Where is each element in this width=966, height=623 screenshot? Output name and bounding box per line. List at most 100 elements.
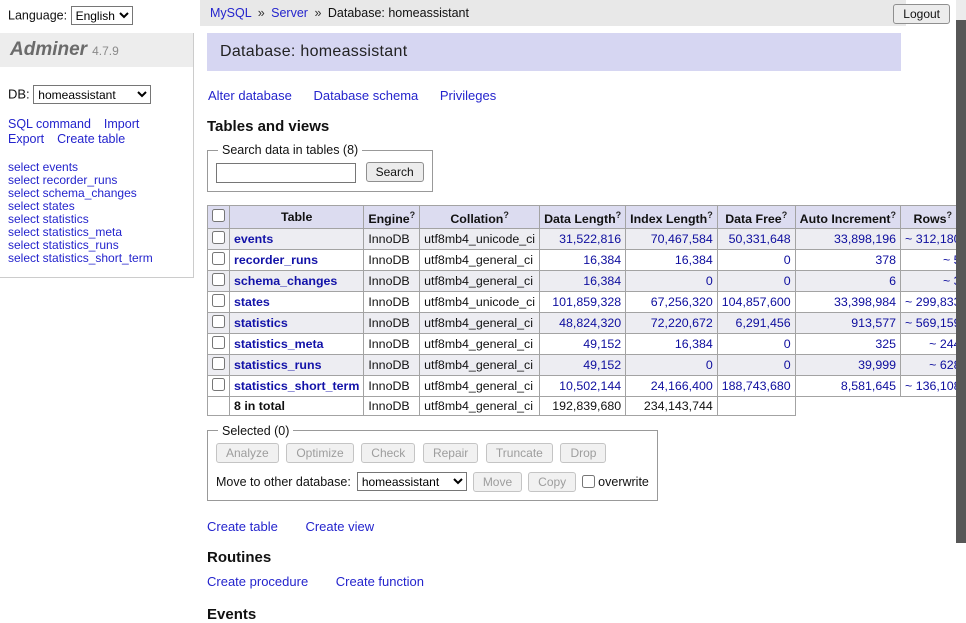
- row-checkbox[interactable]: [212, 231, 225, 244]
- help-link[interactable]: ?: [410, 210, 416, 220]
- auto-increment-link[interactable]: 33,898,196: [834, 232, 896, 246]
- data-length-link[interactable]: 10,502,144: [559, 379, 621, 393]
- table-name-link[interactable]: events: [234, 232, 273, 246]
- data-length-link[interactable]: 16,384: [583, 253, 621, 267]
- check-button[interactable]: Check: [361, 443, 415, 463]
- select-all-checkbox[interactable]: [212, 209, 225, 222]
- privileges-link[interactable]: Privileges: [440, 88, 496, 103]
- search-button[interactable]: Search: [366, 162, 424, 182]
- help-link[interactable]: ?: [891, 210, 897, 220]
- sql-command-link[interactable]: SQL command: [8, 117, 91, 132]
- data-free-link[interactable]: 6,291,456: [736, 316, 791, 330]
- row-checkbox[interactable]: [212, 336, 225, 349]
- table-name-link[interactable]: schema_changes: [234, 274, 337, 288]
- import-link[interactable]: Import: [104, 117, 139, 132]
- data-length-link[interactable]: 48,824,320: [559, 316, 621, 330]
- auto-increment-link[interactable]: 378: [875, 253, 896, 267]
- table-row: schema_changesInnoDButf8mb4_general_ci16…: [208, 270, 966, 291]
- auto-increment-link[interactable]: 8,581,645: [841, 379, 896, 393]
- copy-button[interactable]: Copy: [528, 472, 576, 492]
- db-select[interactable]: homeassistant: [33, 85, 151, 104]
- index-length-link[interactable]: 16,384: [675, 253, 713, 267]
- row-checkbox[interactable]: [212, 252, 225, 265]
- data-free-link[interactable]: 0: [784, 358, 791, 372]
- index-length-link[interactable]: 70,467,584: [651, 232, 713, 246]
- help-link[interactable]: ?: [707, 210, 713, 220]
- logout-button[interactable]: Logout: [893, 4, 950, 24]
- alter-database-link[interactable]: Alter database: [208, 88, 292, 103]
- table-name-link[interactable]: states: [234, 295, 270, 309]
- index-length-link[interactable]: 16,384: [675, 337, 713, 351]
- data-length-link[interactable]: 49,152: [583, 337, 621, 351]
- scrollbar[interactable]: [956, 0, 966, 543]
- truncate-button[interactable]: Truncate: [486, 443, 553, 463]
- create-procedure-link[interactable]: Create procedure: [207, 574, 308, 589]
- analyze-button[interactable]: Analyze: [216, 443, 279, 463]
- index-length-link[interactable]: 67,256,320: [651, 295, 713, 309]
- repair-button[interactable]: Repair: [423, 443, 478, 463]
- totals-label: 8 in total: [230, 396, 364, 415]
- help-link[interactable]: ?: [616, 210, 622, 220]
- row-checkbox[interactable]: [212, 357, 225, 370]
- auto-increment-link[interactable]: 33,398,984: [834, 295, 896, 309]
- drop-button[interactable]: Drop: [560, 443, 606, 463]
- scrollbar-thumb[interactable]: [956, 20, 966, 543]
- create-function-link[interactable]: Create function: [336, 574, 424, 589]
- help-link[interactable]: ?: [947, 210, 953, 220]
- rows-link[interactable]: ~ 299,833: [905, 295, 960, 309]
- index-length-link[interactable]: 0: [706, 274, 713, 288]
- help-link[interactable]: ?: [782, 210, 788, 220]
- move-button[interactable]: Move: [473, 472, 522, 492]
- data-free-link[interactable]: 0: [784, 337, 791, 351]
- adminer-brand-link[interactable]: Adminer: [10, 39, 87, 60]
- data-free-link[interactable]: 104,857,600: [722, 295, 791, 309]
- create-view-link[interactable]: Create view: [305, 519, 374, 534]
- row-checkbox[interactable]: [212, 273, 225, 286]
- index-length-link[interactable]: 24,166,400: [651, 379, 713, 393]
- breadcrumb-server-link[interactable]: Server: [271, 6, 308, 20]
- row-checkbox[interactable]: [212, 294, 225, 307]
- table-name-link[interactable]: statistics_runs: [234, 358, 321, 372]
- rows-link[interactable]: ~ 312,180: [905, 232, 960, 246]
- auto-increment-link[interactable]: 325: [875, 337, 896, 351]
- database-schema-link[interactable]: Database schema: [313, 88, 418, 103]
- data-free-link[interactable]: 0: [784, 253, 791, 267]
- optimize-button[interactable]: Optimize: [286, 443, 353, 463]
- data-free-link[interactable]: 50,331,648: [729, 232, 791, 246]
- overwrite-checkbox[interactable]: [582, 475, 595, 488]
- search-input[interactable]: [216, 163, 356, 183]
- collation-cell: utf8mb4_general_ci: [420, 354, 540, 375]
- data-free-link[interactable]: 0: [784, 274, 791, 288]
- table-name-link[interactable]: statistics_short_term: [234, 379, 359, 393]
- column-header: Index Length?: [626, 205, 718, 228]
- rows-link[interactable]: ~ 136,108: [905, 379, 960, 393]
- sidebar-table-link[interactable]: select statistics_short_term: [8, 252, 193, 265]
- create-table-link[interactable]: Create table: [207, 519, 278, 534]
- table-name-link[interactable]: statistics_meta: [234, 337, 324, 351]
- table-links: select eventsselect recorder_runsselect …: [8, 161, 193, 265]
- table-name-link[interactable]: statistics: [234, 316, 288, 330]
- data-length-link[interactable]: 16,384: [583, 274, 621, 288]
- index-length-link[interactable]: 72,220,672: [651, 316, 713, 330]
- export-link[interactable]: Export: [8, 132, 44, 147]
- row-checkbox[interactable]: [212, 378, 225, 391]
- row-checkbox[interactable]: [212, 315, 225, 328]
- data-length-link[interactable]: 101,859,328: [552, 295, 621, 309]
- auto-increment-link[interactable]: 39,999: [858, 358, 896, 372]
- auto-increment-link[interactable]: 913,577: [851, 316, 896, 330]
- table-name-link[interactable]: recorder_runs: [234, 253, 318, 267]
- data-length-link[interactable]: 49,152: [583, 358, 621, 372]
- index-length-link[interactable]: 0: [706, 358, 713, 372]
- row-checkbox-cell: [208, 312, 230, 333]
- data-free-link[interactable]: 188,743,680: [722, 379, 791, 393]
- data-length-link[interactable]: 31,522,816: [559, 232, 621, 246]
- rows-link[interactable]: ~ 569,159: [905, 316, 960, 330]
- breadcrumb-mysql-link[interactable]: MySQL: [210, 6, 251, 20]
- help-link[interactable]: ?: [503, 210, 509, 220]
- create-table-sidebar-link[interactable]: Create table: [57, 132, 125, 147]
- language-select[interactable]: English: [71, 6, 133, 25]
- move-db-select[interactable]: homeassistant: [357, 472, 467, 491]
- language-label: Language:: [8, 9, 67, 23]
- auto-increment-link[interactable]: 6: [889, 274, 896, 288]
- data-length-cell: 48,824,320: [540, 312, 626, 333]
